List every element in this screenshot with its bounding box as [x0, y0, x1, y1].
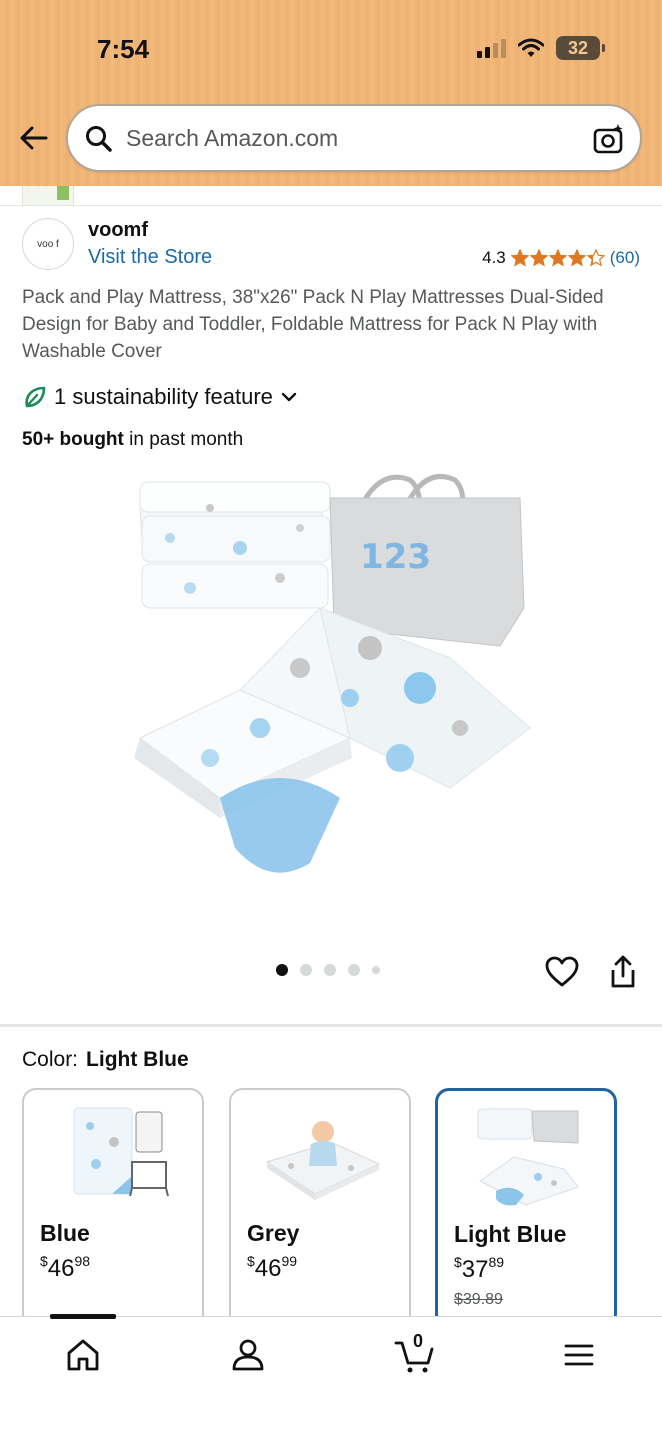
- bought-bold: 50+ bought: [22, 429, 124, 450]
- previous-content-sliver: [22, 186, 74, 206]
- cart-count: 0: [412, 1331, 423, 1351]
- color-option-blue[interactable]: Blue $4698: [22, 1088, 204, 1328]
- price-whole: 46: [47, 1255, 75, 1282]
- carousel-dot[interactable]: [372, 966, 380, 974]
- heart-icon[interactable]: [544, 954, 580, 990]
- swatch-name: Grey: [247, 1220, 300, 1246]
- brand-logo[interactable]: voo f: [22, 218, 74, 270]
- visit-store-link[interactable]: Visit the Store: [88, 246, 212, 269]
- price-currency: $: [454, 1254, 462, 1270]
- product-image[interactable]: 123: [120, 468, 540, 918]
- rating-summary[interactable]: 4.3 (60): [482, 248, 640, 268]
- swatch-name: Light Blue: [454, 1221, 567, 1247]
- swatch-thumbnail: [477, 1108, 579, 1206]
- color-option-grey[interactable]: Grey $4699: [229, 1088, 411, 1328]
- carousel-dot[interactable]: [276, 964, 288, 976]
- rating-value: 4.3: [482, 248, 506, 267]
- price-currency: $: [40, 1253, 48, 1269]
- price-fraction: 99: [281, 1253, 298, 1269]
- leaf-icon: [25, 386, 46, 408]
- color-option-light-blue[interactable]: Light Blue $3789 $39.89: [435, 1088, 617, 1328]
- price-fraction: 98: [74, 1253, 91, 1269]
- folded-mattress-stack: [139, 481, 331, 609]
- camera-search-icon[interactable]: [592, 122, 626, 156]
- star-icon: [548, 249, 567, 267]
- star-icon: [567, 249, 586, 267]
- color-selection-label: Color: Light Blue: [22, 1048, 189, 1072]
- bought-count: 50+ bought in past month: [22, 429, 243, 451]
- brand-name: voomf: [88, 219, 148, 241]
- swatch-price: $4698: [40, 1253, 90, 1283]
- brand-logo-text: voo f: [37, 238, 59, 250]
- price-whole: 37: [461, 1256, 489, 1283]
- rating-count[interactable]: (60): [610, 248, 640, 268]
- swatch-price: $3789: [454, 1254, 504, 1284]
- bag-label: 123: [360, 537, 431, 577]
- status-time: 7:54: [97, 34, 150, 64]
- chevron-down-icon: [281, 392, 297, 402]
- storage-bag: 123: [329, 474, 525, 647]
- carousel-dot[interactable]: [348, 964, 360, 976]
- back-arrow-icon[interactable]: [16, 120, 52, 156]
- rating-stars: [510, 249, 605, 267]
- sustainability-label: 1 sustainability feature: [54, 384, 273, 409]
- star-icon: [510, 249, 529, 267]
- unfolded-mattress: [134, 607, 531, 873]
- home-icon[interactable]: [63, 1335, 103, 1375]
- swatch-name: Blue: [40, 1220, 90, 1246]
- share-icon[interactable]: [606, 954, 640, 990]
- color-label: Color:: [22, 1048, 79, 1071]
- status-icons: 32: [477, 36, 605, 60]
- header: 7:54 32: [0, 0, 662, 186]
- color-selected-value: Light Blue: [86, 1048, 189, 1071]
- active-tab-indicator: [50, 1314, 116, 1319]
- search-icon: [86, 126, 112, 152]
- menu-icon[interactable]: [559, 1335, 599, 1375]
- price-fraction: 89: [488, 1254, 505, 1270]
- star-icon: [586, 249, 605, 267]
- divider: [0, 205, 662, 206]
- sustainability-toggle[interactable]: 1 sustainability feature: [22, 384, 299, 410]
- search-bar[interactable]: [66, 104, 642, 172]
- battery-indicator: 32: [556, 36, 605, 60]
- swatch-thumbnail: [265, 1121, 381, 1200]
- image-carousel-dots[interactable]: [276, 964, 380, 976]
- swatch-list-price: $39.89: [454, 1291, 503, 1308]
- swatch-thumbnail: [73, 1107, 169, 1197]
- cellular-signal-icon: [477, 38, 506, 58]
- star-icon: [529, 249, 548, 267]
- carousel-dot[interactable]: [324, 964, 336, 976]
- wifi-icon: [518, 38, 544, 57]
- search-input[interactable]: [126, 118, 586, 158]
- product-title: Pack and Play Mattress, 38"x26" Pack N P…: [22, 287, 604, 362]
- section-separator: [0, 1024, 662, 1027]
- swatch-price: $4699: [247, 1253, 297, 1283]
- carousel-dot[interactable]: [300, 964, 312, 976]
- price-whole: 46: [254, 1255, 282, 1282]
- bought-rest: in past month: [123, 429, 244, 450]
- bottom-navigation: 0: [0, 1314, 662, 1440]
- price-currency: $: [247, 1253, 255, 1269]
- account-icon[interactable]: [228, 1335, 268, 1375]
